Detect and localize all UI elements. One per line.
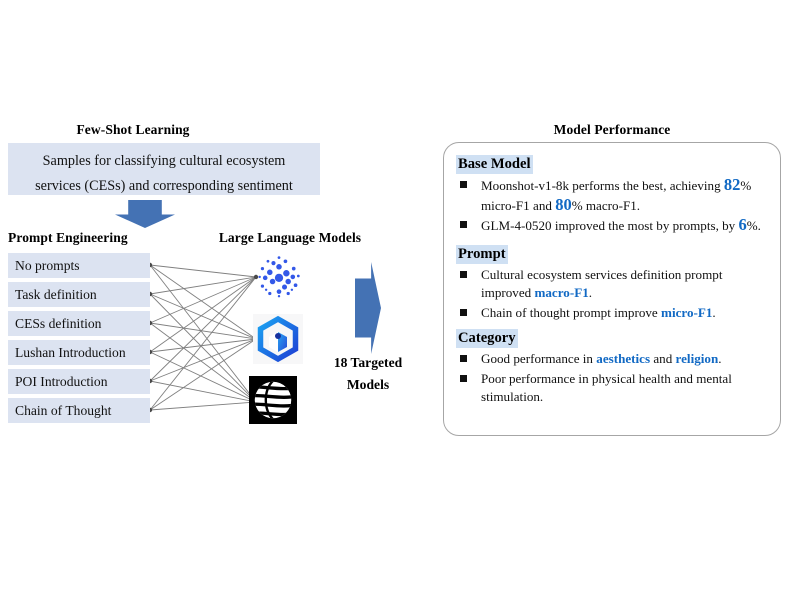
prompt-item-label: POI Introduction (15, 374, 108, 389)
figure-canvas: Few-Shot Learning Samples for classifyin… (0, 0, 800, 600)
samples-description-box: Samples for classifying cultural ecosyst… (8, 143, 320, 195)
network-edge (149, 401, 257, 411)
bullet-text: Moonshot-v1-8k performs the best, achiev… (481, 178, 724, 193)
targeted-models-line-2: Models (346, 377, 390, 392)
bullet-text: . (718, 351, 722, 366)
prompt-engineering-title: Prompt Engineering (8, 230, 128, 245)
highlighted-term: religion (675, 351, 719, 366)
performance-bullet: Good performance in aesthetics and relig… (456, 350, 770, 369)
performance-group: Base Model Moonshot-v1-8k performs the be… (456, 155, 770, 236)
performance-group-heading: Category (456, 329, 518, 348)
performance-bullet: Chain of thought prompt improve micro-F1… (456, 304, 770, 323)
bullet-text: . (588, 285, 593, 300)
performance-bullet-list: Good performance in aesthetics and relig… (456, 350, 770, 407)
highlighted-term: macro-F1 (534, 285, 589, 300)
bullet-text: . (712, 304, 716, 320)
bullet-square-icon (460, 270, 467, 278)
performance-bullet-list: Moonshot-v1-8k performs the best, achiev… (456, 175, 770, 236)
prompt-item-label: Task definition (15, 287, 97, 302)
large-language-models-title: Large Language Models (218, 230, 362, 245)
prompt-item[interactable]: No prompts (8, 253, 150, 278)
bullet-text: Chain of thought prompt improve (481, 304, 662, 320)
performance-group-heading: Prompt (456, 244, 508, 264)
network-edge (149, 276, 257, 382)
bullet-text: Good performance in (481, 351, 597, 366)
network-edge (149, 293, 257, 403)
performance-group: Category Good performance in aesthetics a… (456, 329, 770, 407)
prompt-item-label: Chain of Thought (15, 403, 112, 418)
performance-bullet: Poor performance in physical health and … (456, 370, 770, 407)
network-edge (149, 322, 257, 340)
network-edge (149, 264, 257, 340)
performance-group-heading: Base Model (456, 155, 533, 174)
highlighted-term: micro-F1 (661, 304, 713, 320)
model-performance-title: Model Performance (553, 122, 671, 137)
kimi-moonshot-logo-icon (256, 253, 302, 299)
metric-value: 82 (723, 175, 741, 194)
prompt-item[interactable]: Task definition (8, 282, 150, 307)
bullet-square-icon (460, 374, 467, 382)
performance-bullet: Moonshot-v1-8k performs the best, achiev… (456, 175, 770, 215)
performance-bullet: GLM-4-0520 improved the most by prompts,… (456, 215, 770, 236)
bullet-square-icon (460, 355, 467, 362)
performance-group: Prompt Cultural ecosystem services defini… (456, 244, 770, 323)
metric-value: 80 (555, 194, 572, 214)
targeted-models-label: 18 Targeted Models (318, 352, 418, 396)
model-performance-panel: Base Model Moonshot-v1-8k performs the be… (443, 142, 781, 436)
targeted-models-line-1: 18 Targeted (333, 355, 403, 370)
prompt-item[interactable]: Lushan Introduction (8, 340, 150, 365)
few-shot-learning-title: Few-Shot Learning (76, 122, 190, 137)
performance-bullet: Cultural ecosystem services definition p… (456, 266, 770, 303)
bullet-text: and (650, 351, 676, 366)
network-edge (149, 264, 257, 278)
bullet-text: % macro-F1. (571, 197, 641, 213)
highlighted-term: aesthetics (596, 351, 651, 366)
performance-groups: Base Model Moonshot-v1-8k performs the be… (456, 155, 770, 407)
globe-stripes-logo-icon (249, 376, 297, 424)
bullet-square-icon (460, 181, 467, 188)
bullet-square-icon (460, 308, 467, 316)
prompt-engineering-list: No prompts Task definition CESs definition… (8, 253, 150, 427)
prompt-item-label: CESs definition (15, 316, 102, 331)
bullet-text: Poor performance in physical health and … (481, 370, 732, 405)
prompt-item[interactable]: POI Introduction (8, 369, 150, 394)
glm-zhipu-hexagon-logo-icon (253, 314, 303, 364)
bullet-text: GLM-4-0520 improved the most by prompts,… (481, 218, 739, 233)
bullet-text: Cultural ecosystem services definition p… (481, 266, 723, 301)
performance-bullet-list: Cultural ecosystem services definition p… (456, 266, 770, 323)
bullet-square-icon (460, 221, 467, 228)
metric-value: 6 (738, 215, 747, 234)
bullet-text: %. (746, 218, 761, 233)
prompt-item-label: Lushan Introduction (15, 345, 126, 360)
samples-line-1: Samples for classifying cultural ecosyst… (42, 153, 286, 169)
prompt-item[interactable]: CESs definition (8, 311, 150, 336)
prompt-item[interactable]: Chain of Thought (8, 398, 150, 423)
network-edge (149, 351, 257, 403)
prompt-item-label: No prompts (15, 258, 80, 273)
samples-line-2: services (CESs) and corresponding sentim… (35, 178, 293, 194)
